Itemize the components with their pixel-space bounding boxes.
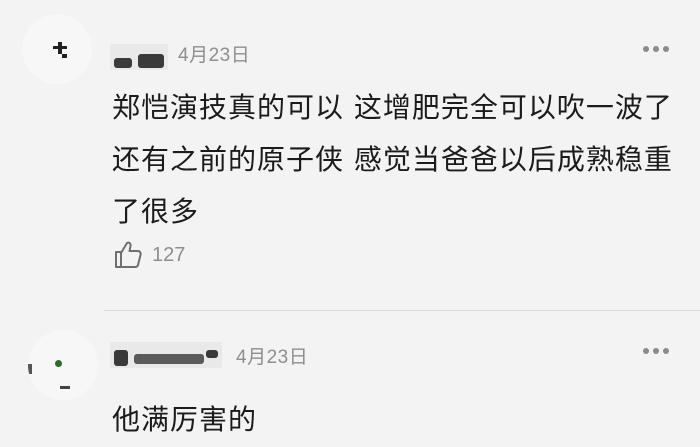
comment-text: 他满厉害的 [112, 394, 692, 446]
comment-line: 郑恺演技真的可以 这增肥完全可以吹一波了 [112, 91, 673, 124]
comment-item: 4月23日 他满厉害的 [0, 312, 700, 447]
username-redacted[interactable] [110, 44, 168, 70]
avatar[interactable] [22, 14, 92, 84]
avatar[interactable] [28, 330, 98, 400]
comment-line: 还有之前的原子侠 感觉当爸爸以后成熟稳重 [112, 143, 673, 176]
thumbs-up-icon [115, 241, 142, 268]
comment-line: 他满厉害的 [112, 403, 258, 436]
comment-line: 了很多 [112, 195, 200, 228]
like-count: 127 [152, 243, 186, 266]
comment-date: 4月23日 [236, 347, 309, 368]
comment-list: 4月23日 郑恺演技真的可以 这增肥完全可以吹一波了 还有之前的原子侠 感觉当爸… [0, 0, 700, 447]
more-dots-icon[interactable] [643, 46, 671, 54]
comment-text: 郑恺演技真的可以 这增肥完全可以吹一波了 还有之前的原子侠 感觉当爸爸以后成熟稳… [112, 82, 692, 238]
comment-date: 4月23日 [178, 45, 251, 66]
divider [104, 310, 700, 311]
username-redacted[interactable] [110, 342, 222, 368]
comment-item: 4月23日 郑恺演技真的可以 这增肥完全可以吹一波了 还有之前的原子侠 感觉当爸… [0, 0, 700, 312]
like-button[interactable]: 127 [112, 238, 185, 272]
more-dots-icon[interactable] [643, 348, 671, 356]
